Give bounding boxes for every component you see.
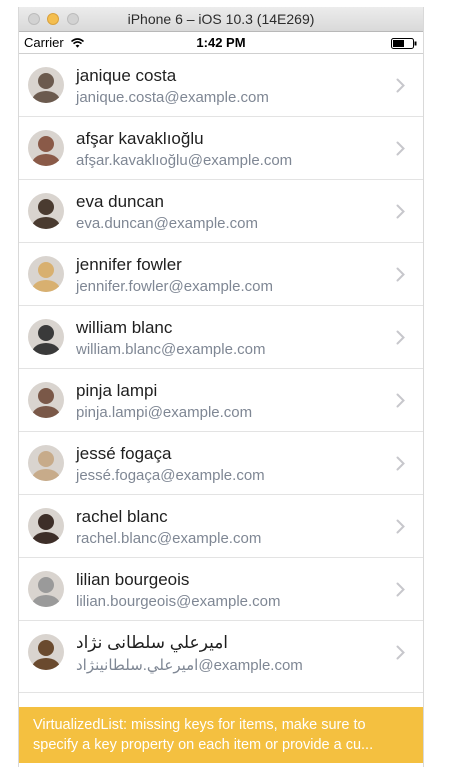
contact-email: eva.duncan@example.com: [76, 215, 258, 232]
chevron-right-icon: [396, 645, 405, 665]
chevron-right-icon: [396, 204, 405, 224]
contact-row[interactable]: william blanc william.blanc@example.com: [19, 306, 423, 369]
contact-email: william.blanc@example.com: [76, 341, 266, 358]
avatar: [28, 67, 64, 103]
contact-name: william blanc: [76, 318, 173, 337]
contact-name: eva duncan: [76, 192, 164, 211]
contact-email: pinja.lampi@example.com: [76, 404, 253, 421]
contact-name: jennifer fowler: [76, 255, 182, 274]
avatar: [28, 571, 64, 607]
avatar: [28, 256, 64, 292]
contact-list[interactable]: janique costa janique.costa@example.com af…: [19, 54, 423, 723]
contact-name: lilian bourgeois: [76, 570, 190, 589]
avatar: [28, 445, 64, 481]
avatar: [28, 130, 64, 166]
chevron-right-icon: [396, 78, 405, 98]
ios-status-bar: Carrier 1:42 PM: [19, 32, 423, 52]
status-clock: 1:42 PM: [196, 35, 246, 50]
contact-row[interactable]: pinja lampi pinja.lampi@example.com: [19, 369, 423, 432]
contact-name: jessé fogaça: [76, 444, 172, 463]
contact-email: janique.costa@example.com: [76, 89, 269, 106]
avatar: [28, 382, 64, 418]
contact-email: lilian.bourgeois@example.com: [76, 593, 281, 610]
chevron-right-icon: [396, 582, 405, 602]
avatar: [28, 634, 64, 670]
contact-name: rachel blanc: [76, 507, 168, 526]
chevron-right-icon: [396, 393, 405, 413]
contact-row[interactable]: اميرعلي سلطانی نژاد اميرعلي.سلطانینژاد@ex…: [19, 621, 423, 693]
avatar: [28, 508, 64, 544]
simulator-window: iPhone 6 – iOS 10.3 (14E269) Carrier 1:4…: [18, 7, 424, 767]
yellowbox-warning[interactable]: VirtualizedList: missing keys for items,…: [19, 707, 423, 763]
contact-email: jessé.fogaça@example.com: [76, 467, 265, 484]
window-title: iPhone 6 – iOS 10.3 (14E269): [127, 11, 315, 27]
avatar: [28, 319, 64, 355]
chevron-right-icon: [396, 456, 405, 476]
contact-row[interactable]: afşar kavaklıoğlu afşar.kavaklıoğlu@examp…: [19, 117, 423, 180]
contact-row[interactable]: eva duncan eva.duncan@example.com: [19, 180, 423, 243]
warning-line-1: VirtualizedList: missing keys for items,…: [33, 717, 366, 733]
contact-row[interactable]: janique costa janique.costa@example.com: [19, 54, 423, 117]
chevron-right-icon: [396, 519, 405, 539]
chevron-right-icon: [396, 141, 405, 161]
contact-row[interactable]: jennifer fowler jennifer.fowler@example.c…: [19, 243, 423, 306]
chevron-right-icon: [396, 330, 405, 350]
contact-row[interactable]: rachel blanc rachel.blanc@example.com: [19, 495, 423, 558]
contact-name: اميرعلي سلطانی نژاد: [76, 633, 229, 652]
contact-row[interactable]: lilian bourgeois lilian.bourgeois@example…: [19, 558, 423, 621]
warning-line-2: specify a key property on each item or p…: [33, 737, 374, 753]
avatar: [28, 193, 64, 229]
contact-email: اميرعلي.سلطانینژاد@example.com: [76, 657, 303, 674]
contact-name: janique costa: [76, 66, 177, 85]
contact-email: afşar.kavaklıoğlu@example.com: [76, 152, 293, 169]
contact-name: afşar kavaklıoğlu: [76, 129, 204, 148]
battery-icon: [391, 37, 417, 52]
chevron-right-icon: [396, 267, 405, 287]
contact-row[interactable]: jessé fogaça jessé.fogaça@example.com: [19, 432, 423, 495]
contact-name: pinja lampi: [76, 381, 158, 400]
contact-email: rachel.blanc@example.com: [76, 530, 262, 547]
contact-email: jennifer.fowler@example.com: [76, 278, 273, 295]
window-titlebar: iPhone 6 – iOS 10.3 (14E269): [19, 7, 423, 32]
